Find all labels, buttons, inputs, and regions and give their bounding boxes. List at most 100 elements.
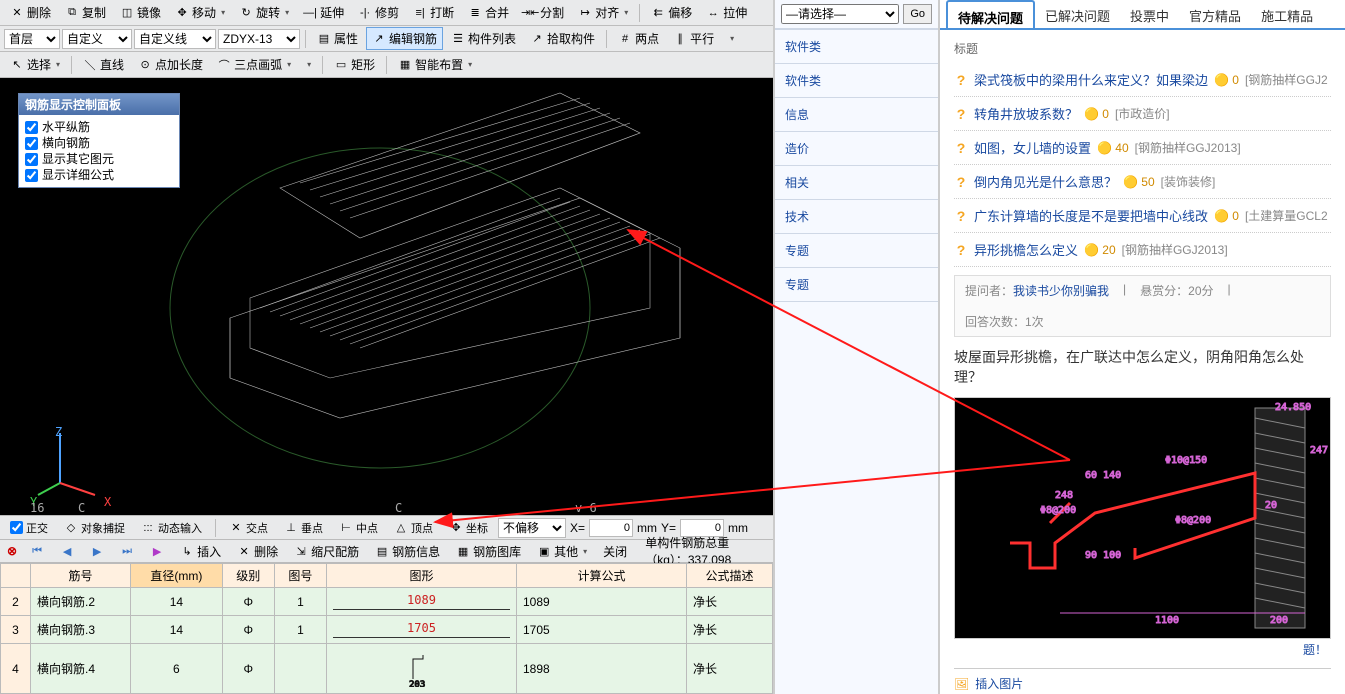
table-close-button[interactable]: 关闭 [597,540,633,563]
prev-button[interactable]: ◀ [54,541,80,561]
custom-select[interactable]: 自定义 [62,29,132,49]
insert-pic-button[interactable]: 🖼 插入图片 [954,668,1331,694]
dropdown-more[interactable]: ▾ [722,31,740,46]
rotate-button[interactable]: ↻旋转▾ [233,1,295,24]
pt-len-button[interactable]: ⊙点加长度 [132,53,209,76]
parallel-button[interactable]: ∥平行 [667,27,720,50]
ctrl-item-3[interactable]: 显示详细公式 [25,167,173,183]
table-row[interactable]: 3横向钢筋.314Φ117051705净长 [1,616,773,644]
ortho-toggle[interactable]: 正交 [4,517,54,539]
int-toggle[interactable]: ✕交点 [223,517,274,539]
pick-comp-button[interactable]: ↗拾取构件 [524,27,601,50]
perp-toggle[interactable]: ⊥垂点 [278,517,329,539]
ctrl-item-1[interactable]: 横向钢筋 [25,135,173,151]
extend-button[interactable]: —|延伸 [297,1,350,24]
ctrl-item-2[interactable]: 显示其它图元 [25,151,173,167]
col-desc[interactable]: 公式描述 [686,564,772,588]
mid-item-7[interactable]: 专题 [775,267,938,302]
move-button[interactable]: ✥移动▾ [169,1,231,24]
question-link[interactable]: 广东计算墙的长度是不是要把墙中心线改 [974,206,1208,225]
break-button[interactable]: ≡|打断 [407,1,460,24]
select-button[interactable]: ↖选择▾ [4,53,66,76]
tab-build[interactable]: 施工精品 [1251,0,1323,28]
table-delete-button[interactable]: ✕删除 [231,540,284,563]
mid-item-0[interactable]: 软件类 [775,29,938,64]
ctrl-check-3[interactable] [25,169,38,182]
offset-select[interactable]: 不偏移 [498,518,566,538]
mid-item-5[interactable]: 技术 [775,199,938,234]
asker-link[interactable]: 我读书少你别骗我 [1013,284,1109,298]
first-button[interactable]: ⏮ [24,541,50,561]
tab-solved[interactable]: 已解决问题 [1035,0,1120,28]
rebar-info-button[interactable]: ▤钢筋信息 [369,540,446,563]
question-link[interactable]: 梁式筏板中的梁用什么来定义？如果梁边 [974,70,1208,89]
code-select[interactable]: ZDYX-13 [218,29,300,49]
custom-line-select[interactable]: 自定义线 [134,29,216,49]
question-row[interactable]: ?转角井放坡系数？🟡 0[市政造价] [954,97,1331,131]
question-row[interactable]: ?倒内角见光是什么意思？🟡 50[装饰装修] [954,165,1331,199]
coord-toggle[interactable]: ✥坐标 [443,517,494,539]
ortho-check[interactable] [10,521,23,534]
prop-button[interactable]: ▤属性 [311,27,364,50]
trim-button[interactable]: -|·修剪 [352,1,405,24]
other-button[interactable]: ▣其他▾ [531,540,593,563]
edit-rebar-button[interactable]: ↗编辑钢筋 [366,27,443,50]
tab-pending[interactable]: 待解决问题 [946,0,1035,28]
last-button[interactable]: ⏭ [114,541,140,561]
mid-category-select[interactable]: —请选择— [781,4,899,24]
mid-item-1[interactable]: 软件类 [775,63,938,98]
scale-button[interactable]: ⇲缩尺配筋 [288,540,365,563]
x-input[interactable] [589,519,633,537]
two-point-button[interactable]: #两点 [612,27,665,50]
close-x-button[interactable]: ⊗ [4,541,20,561]
question-row[interactable]: ?梁式筏板中的梁用什么来定义？如果梁边🟡 0[钢筋抽样GGJ2 [954,63,1331,97]
col-fig[interactable]: 图号 [274,564,326,588]
question-image[interactable]: 24.850 247 60 140 Φ10@150 248 Φ8@200 90 … [954,397,1331,639]
osnap-toggle[interactable]: ◇对象捕捉 [58,517,131,539]
go-button[interactable]: Go [903,4,932,24]
align-button[interactable]: ↦对齐▾ [572,1,634,24]
mid-toggle[interactable]: ⊢中点 [333,517,384,539]
ctrl-check-2[interactable] [25,153,38,166]
dyn-toggle[interactable]: :::动态输入 [135,517,208,539]
question-link[interactable]: 倒内角见光是什么意思？ [974,172,1117,191]
comp-list-button[interactable]: ☰构件列表 [445,27,522,50]
rebar-lib-button[interactable]: ▦钢筋图库 [450,540,527,563]
table-row[interactable]: 2横向钢筋.214Φ110891089净长 [1,588,773,616]
question-row[interactable]: ?异形挑檐怎么定义🟡 20[钢筋抽样GGJ2013] [954,233,1331,267]
copy-button[interactable]: ⧉复制 [59,1,112,24]
more1-button[interactable]: ▾ [299,57,317,72]
rebar-display-panel[interactable]: 钢筋显示控制面板 水平纵筋横向钢筋显示其它图元显示详细公式 [18,93,180,188]
delete-button[interactable]: ✕删除 [4,1,57,24]
offset-button[interactable]: ⇇偏移 [645,1,698,24]
split-button[interactable]: ⇥⇤分割 [517,1,570,24]
mirror-button[interactable]: ◫镜像 [114,1,167,24]
ctrl-item-0[interactable]: 水平纵筋 [25,119,173,135]
col-formula[interactable]: 计算公式 [516,564,686,588]
col-no[interactable]: 筋号 [31,564,131,588]
question-link[interactable]: 异形挑檐怎么定义 [974,240,1078,259]
floor-select[interactable]: 首层 [4,29,60,49]
play-button[interactable]: ▶ [144,541,170,561]
rect-button[interactable]: ▭矩形 [328,53,381,76]
tab-official[interactable]: 官方精品 [1179,0,1251,28]
question-link[interactable]: 如图，女儿墙的设置 [974,138,1091,157]
col-dia[interactable]: 直径(mm) [131,564,223,588]
table-insert-button[interactable]: ↳插入 [174,540,227,563]
mid-item-2[interactable]: 信息 [775,97,938,132]
table-row[interactable]: 4横向钢筋.46Φ2031898净长 [1,644,773,694]
ctrl-check-1[interactable] [25,137,38,150]
mid-item-6[interactable]: 专题 [775,233,938,268]
question-link[interactable]: 转角井放坡系数？ [974,104,1078,123]
join-button[interactable]: ≣合并 [462,1,515,24]
mid-item-3[interactable]: 造价 [775,131,938,166]
question-row[interactable]: ?广东计算墙的长度是不是要把墙中心线改🟡 0[土建算量GCL2 [954,199,1331,233]
col-grade[interactable]: 级别 [222,564,274,588]
smart-button[interactable]: ▦智能布置▾ [392,53,478,76]
stretch-button[interactable]: ↔拉伸 [700,1,753,24]
next-button[interactable]: ▶ [84,541,110,561]
apex-toggle[interactable]: △顶点 [388,517,439,539]
ctrl-check-0[interactable] [25,121,38,134]
question-row[interactable]: ?如图，女儿墙的设置🟡 40[钢筋抽样GGJ2013] [954,131,1331,165]
line-button[interactable]: ＼直线 [77,53,130,76]
